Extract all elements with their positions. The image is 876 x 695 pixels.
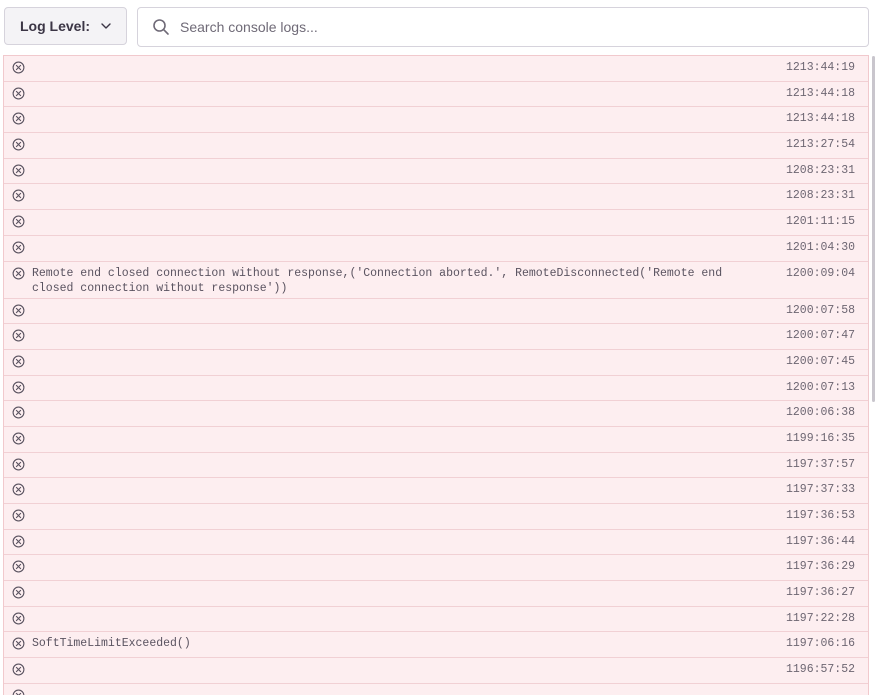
log-row[interactable]: 1201:04:30 — [4, 236, 868, 262]
log-message: Remote end closed connection without res… — [32, 266, 723, 295]
log-timestamp: 1197:22:28 — [785, 611, 855, 625]
error-x-circle-icon — [12, 458, 25, 471]
log-timestamp: 1201:11:15 — [785, 215, 855, 229]
error-x-circle-icon — [12, 267, 25, 280]
error-x-circle-icon — [12, 189, 25, 202]
log-timestamp: 1197:36:53 — [785, 509, 855, 522]
log-level-dropdown[interactable]: Log Level: — [4, 7, 127, 45]
log-timestamp: 1196:57:52 — [785, 663, 855, 677]
log-row[interactable]: 1200:07:45 — [4, 350, 868, 376]
error-x-circle-icon — [12, 329, 25, 342]
log-row[interactable]: 1197:36:29 — [4, 555, 868, 582]
error-x-circle-icon — [12, 304, 25, 317]
search-box[interactable] — [137, 7, 869, 47]
log-timestamp: 1200:07:45 — [785, 354, 855, 368]
log-row[interactable]: 1213:44:19 — [4, 56, 868, 82]
error-x-circle-icon — [12, 612, 25, 625]
error-x-circle-icon — [12, 432, 25, 445]
error-x-circle-icon — [12, 509, 25, 522]
log-timestamp: 1213:27:54 — [785, 138, 855, 152]
error-x-circle-icon — [12, 586, 25, 599]
log-row[interactable]: 1200:06:38 — [4, 401, 868, 427]
log-row[interactable]: Remote end closed connection without res… — [4, 262, 868, 299]
error-x-circle-icon — [12, 663, 25, 676]
search-input[interactable] — [178, 18, 842, 36]
log-row[interactable]: 1208:23:31 — [4, 159, 868, 185]
error-x-circle-icon — [12, 560, 25, 573]
log-timestamp: 1200:09:04 — [785, 266, 855, 280]
log-row[interactable]: SoftTimeLimitExceeded() 1197:06:16 — [4, 632, 868, 659]
log-row[interactable]: 1200:07:13 — [4, 376, 868, 402]
log-row[interactable]: 1213:44:18 — [4, 82, 868, 108]
log-row[interactable]: 1197:37:57 — [4, 453, 868, 479]
error-x-circle-icon — [12, 483, 25, 496]
log-timestamp: 1200:07:58 — [785, 303, 855, 317]
log-timestamp: 1213:44:19 — [785, 61, 855, 74]
log-timestamp: 1208:23:31 — [785, 163, 855, 177]
log-timestamp: 1213:44:18 — [785, 112, 855, 126]
log-timestamp: 1208:23:31 — [785, 189, 855, 203]
error-x-circle-icon — [12, 241, 25, 254]
error-x-circle-icon — [12, 355, 25, 368]
log-row[interactable]: 1213:27:54 — [4, 133, 868, 159]
log-timestamp: 1200:06:38 — [785, 406, 855, 420]
log-row[interactable]: 1199:16:35 — [4, 427, 868, 453]
error-x-circle-icon — [12, 689, 25, 695]
log-timestamp: 1197:36:27 — [785, 586, 855, 600]
log-timestamp: 1200:07:47 — [785, 329, 855, 343]
log-row[interactable]: 1201:11:15 — [4, 210, 868, 236]
log-row[interactable]: 1196:57:52 — [4, 658, 868, 684]
error-x-circle-icon — [12, 61, 25, 74]
log-timestamp: 1201:04:30 — [785, 240, 855, 254]
error-x-circle-icon — [12, 87, 25, 100]
log-row[interactable]: 1200:07:58 — [4, 299, 868, 325]
error-x-circle-icon — [12, 406, 25, 419]
log-row[interactable]: 1197:36:27 — [4, 581, 868, 607]
log-timestamp: 1213:44:18 — [785, 86, 855, 100]
log-row[interactable]: 1197:36:53 — [4, 504, 868, 530]
error-x-circle-icon — [12, 215, 25, 228]
error-x-circle-icon — [12, 138, 25, 151]
log-timestamp: 1197:36:29 — [785, 560, 855, 574]
log-timestamp: 1200:07:13 — [785, 380, 855, 394]
log-timestamp: 1197:37:33 — [785, 483, 855, 497]
error-x-circle-icon — [12, 535, 25, 548]
log-level-label: Log Level: — [20, 18, 91, 34]
log-row[interactable]: 1213:44:18 — [4, 107, 868, 134]
log-row[interactable] — [4, 684, 868, 695]
log-timestamp: 1197:06:16 — [785, 637, 855, 651]
log-timestamp: 1197:36:44 — [785, 534, 855, 548]
error-x-circle-icon — [12, 637, 25, 650]
log-row[interactable]: 1197:36:44 — [4, 530, 868, 556]
scrollbar[interactable] — [872, 56, 875, 402]
error-x-circle-icon — [12, 381, 25, 394]
error-x-circle-icon — [12, 164, 25, 177]
log-row[interactable]: 1197:22:28 — [4, 607, 868, 633]
log-timestamp: 1197:37:57 — [785, 457, 855, 471]
toolbar: Log Level: — [4, 7, 869, 47]
search-icon — [152, 18, 170, 36]
error-x-circle-icon — [12, 112, 25, 125]
log-row[interactable]: 1200:07:47 — [4, 324, 868, 350]
console-log-list[interactable]: 1213:44:19 1213:44:18 1213:44:18 1213:27:54… — [3, 55, 869, 695]
log-row[interactable]: 1197:37:33 — [4, 478, 868, 504]
chevron-down-icon — [100, 20, 112, 32]
log-row[interactable]: 1208:23:31 — [4, 184, 868, 211]
log-message: SoftTimeLimitExceeded() — [32, 637, 191, 651]
log-timestamp: 1199:16:35 — [785, 431, 855, 445]
